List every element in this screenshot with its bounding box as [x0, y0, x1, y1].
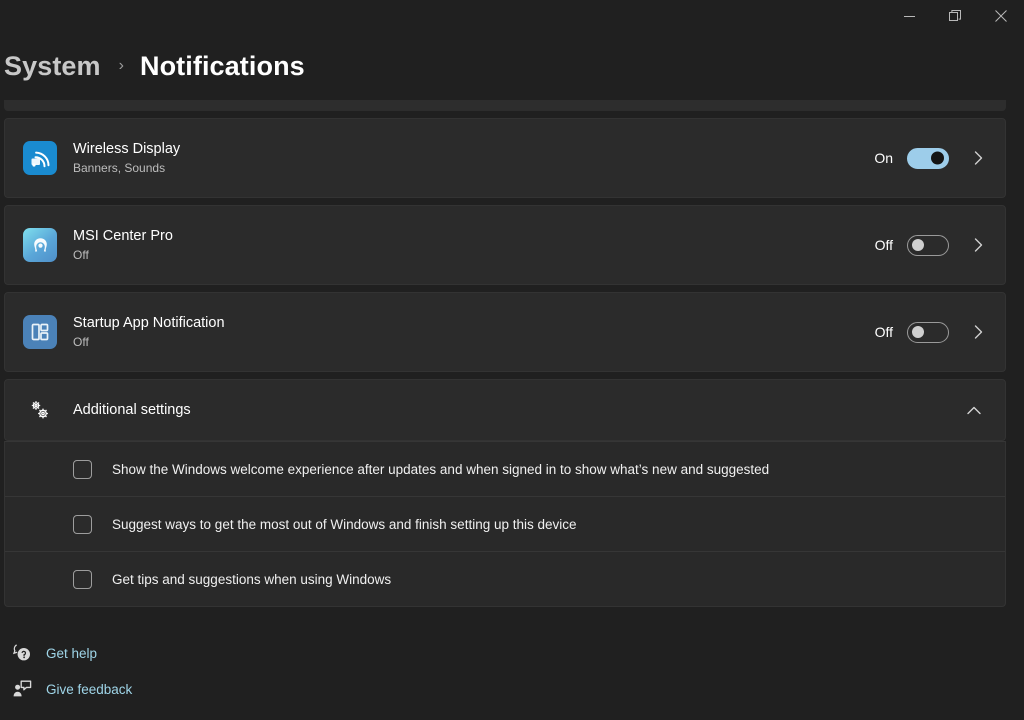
checkbox-suggest-ways[interactable] [73, 514, 92, 534]
checkbox-row[interactable]: Suggest ways to get the most out of Wind… [5, 496, 1005, 551]
toggle-group: Off [871, 321, 949, 343]
toggle-group: Off [871, 234, 949, 256]
title-bar [0, 0, 1024, 32]
app-notification-card[interactable]: MSI Center Pro Off Off [4, 205, 1006, 285]
settings-content: Wireless Display Banners, Sounds On MSI … [0, 100, 1024, 704]
list-item: Wireless Display Banners, Sounds On [5, 119, 1005, 197]
msi-center-pro-icon [23, 228, 57, 262]
checkbox-label: Get tips and suggestions when using Wind… [112, 571, 392, 587]
notification-toggle[interactable] [907, 147, 949, 169]
wireless-display-icon [23, 141, 57, 175]
app-name: Startup App Notification [73, 314, 225, 331]
additional-settings-card[interactable]: Additional settings [4, 379, 1006, 441]
chevron-right-icon[interactable] [965, 151, 991, 165]
breadcrumb: System › Notifications [0, 32, 1024, 100]
toggle-group: On [871, 147, 949, 169]
toggle-state-label: On [874, 150, 893, 166]
list-item-text: Wireless Display Banners, Sounds [73, 140, 871, 176]
chevron-right-icon[interactable] [965, 325, 991, 339]
toggle-knob [931, 151, 944, 165]
chevron-up-icon[interactable] [957, 406, 991, 415]
footer-links: Get help Give feedback [4, 614, 1006, 704]
get-help-label: Get help [46, 645, 98, 661]
feedback-icon [8, 680, 38, 698]
page-title: Notifications [139, 50, 305, 81]
chevron-right-icon[interactable] [965, 238, 991, 252]
checkbox-label: Suggest ways to get the most out of Wind… [112, 516, 577, 532]
breadcrumb-parent[interactable]: System [4, 51, 101, 82]
list-item: MSI Center Pro Off Off [5, 206, 1005, 284]
notification-toggle[interactable] [907, 321, 949, 343]
restore-button[interactable] [932, 0, 978, 32]
gears-icon [23, 398, 57, 422]
give-feedback-label: Give feedback [46, 681, 133, 697]
additional-settings-options: Show the Windows welcome experience afte… [4, 441, 1006, 607]
close-button[interactable] [978, 0, 1024, 32]
checkbox-row[interactable]: Get tips and suggestions when using Wind… [5, 551, 1005, 606]
toggle-state-label: Off [874, 324, 893, 340]
list-item-text: MSI Center Pro Off [73, 227, 871, 263]
toggle-knob [912, 326, 924, 338]
give-feedback-link[interactable]: Give feedback [8, 674, 1006, 704]
app-status: Off [73, 334, 89, 349]
minimize-button[interactable] [886, 0, 932, 32]
list-item: Startup App Notification Off Off [5, 293, 1005, 371]
app-status: Banners, Sounds [73, 160, 166, 175]
get-help-link[interactable]: Get help [8, 638, 1006, 668]
toggle-knob [912, 239, 924, 251]
app-status: Off [73, 247, 89, 262]
app-name: MSI Center Pro [73, 227, 173, 244]
additional-settings-label: Additional settings [73, 402, 191, 418]
notification-toggle[interactable] [907, 234, 949, 256]
additional-settings-header: Additional settings [5, 380, 1005, 440]
help-icon [8, 644, 38, 662]
toggle-state-label: Off [874, 237, 893, 253]
app-notification-card[interactable]: Wireless Display Banners, Sounds On [4, 118, 1006, 198]
list-item-text: Startup App Notification Off [73, 314, 871, 350]
clipped-card-above [4, 100, 1006, 111]
breadcrumb-separator-icon: › [118, 57, 124, 74]
checkbox-row[interactable]: Show the Windows welcome experience afte… [5, 441, 1005, 496]
startup-app-icon [23, 315, 57, 349]
checkbox-tips-suggestions[interactable] [73, 569, 92, 589]
app-notification-card[interactable]: Startup App Notification Off Off [4, 292, 1006, 372]
checkbox-label: Show the Windows welcome experience afte… [112, 461, 770, 477]
checkbox-welcome-experience[interactable] [73, 459, 92, 479]
app-name: Wireless Display [73, 140, 181, 157]
